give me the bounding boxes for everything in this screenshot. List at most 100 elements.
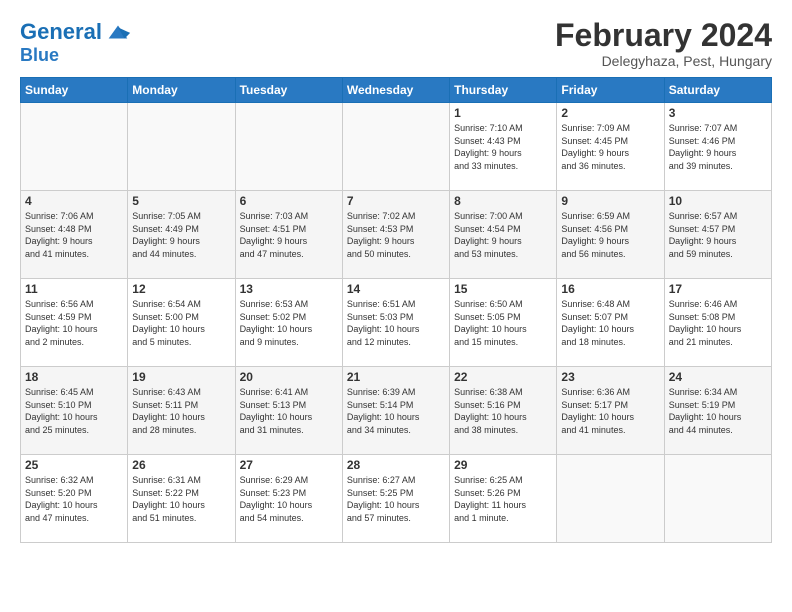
day-number: 16 bbox=[561, 282, 659, 296]
calendar-cell: 16 Sunrise: 6:48 AM Sunset: 5:07 PM Dayli… bbox=[557, 279, 664, 367]
day-number: 20 bbox=[240, 370, 338, 384]
calendar-title: February 2024 bbox=[555, 18, 772, 53]
logo-icon bbox=[104, 18, 132, 46]
calendar-subtitle: Delegyhaza, Pest, Hungary bbox=[555, 53, 772, 69]
day-number: 4 bbox=[25, 194, 123, 208]
calendar-cell: 20 Sunrise: 6:41 AM Sunset: 5:13 PM Dayli… bbox=[235, 367, 342, 455]
day-info: Sunrise: 7:00 AM Sunset: 4:54 PM Dayligh… bbox=[454, 210, 552, 260]
calendar-cell: 9 Sunrise: 6:59 AM Sunset: 4:56 PM Daylig… bbox=[557, 191, 664, 279]
day-number: 26 bbox=[132, 458, 230, 472]
calendar-cell: 6 Sunrise: 7:03 AM Sunset: 4:51 PM Daylig… bbox=[235, 191, 342, 279]
col-thursday: Thursday bbox=[450, 78, 557, 103]
day-number: 28 bbox=[347, 458, 445, 472]
calendar-cell: 8 Sunrise: 7:00 AM Sunset: 4:54 PM Daylig… bbox=[450, 191, 557, 279]
day-info: Sunrise: 6:38 AM Sunset: 5:16 PM Dayligh… bbox=[454, 386, 552, 436]
week-row-2: 11 Sunrise: 6:56 AM Sunset: 4:59 PM Dayli… bbox=[21, 279, 772, 367]
day-info: Sunrise: 6:31 AM Sunset: 5:22 PM Dayligh… bbox=[132, 474, 230, 524]
week-row-4: 25 Sunrise: 6:32 AM Sunset: 5:20 PM Dayli… bbox=[21, 455, 772, 543]
logo-text: General bbox=[20, 20, 102, 44]
day-number: 18 bbox=[25, 370, 123, 384]
day-number: 14 bbox=[347, 282, 445, 296]
col-friday: Friday bbox=[557, 78, 664, 103]
day-info: Sunrise: 6:43 AM Sunset: 5:11 PM Dayligh… bbox=[132, 386, 230, 436]
col-sunday: Sunday bbox=[21, 78, 128, 103]
calendar-cell: 10Sunrise: 6:57 AM Sunset: 4:57 PM Dayli… bbox=[664, 191, 771, 279]
day-number: 12 bbox=[132, 282, 230, 296]
calendar-cell bbox=[21, 103, 128, 191]
day-info: Sunrise: 6:39 AM Sunset: 5:14 PM Dayligh… bbox=[347, 386, 445, 436]
calendar-cell: 15Sunrise: 6:50 AM Sunset: 5:05 PM Dayli… bbox=[450, 279, 557, 367]
day-number: 21 bbox=[347, 370, 445, 384]
calendar-table: Sunday Monday Tuesday Wednesday Thursday… bbox=[20, 77, 772, 543]
day-info: Sunrise: 6:32 AM Sunset: 5:20 PM Dayligh… bbox=[25, 474, 123, 524]
calendar-cell bbox=[557, 455, 664, 543]
day-number: 25 bbox=[25, 458, 123, 472]
day-number: 1 bbox=[454, 106, 552, 120]
day-info: Sunrise: 6:46 AM Sunset: 5:08 PM Dayligh… bbox=[669, 298, 767, 348]
day-info: Sunrise: 6:29 AM Sunset: 5:23 PM Dayligh… bbox=[240, 474, 338, 524]
day-info: Sunrise: 6:27 AM Sunset: 5:25 PM Dayligh… bbox=[347, 474, 445, 524]
day-number: 23 bbox=[561, 370, 659, 384]
calendar-cell bbox=[342, 103, 449, 191]
calendar-cell bbox=[664, 455, 771, 543]
day-number: 13 bbox=[240, 282, 338, 296]
calendar-cell: 13 Sunrise: 6:53 AM Sunset: 5:02 PM Dayli… bbox=[235, 279, 342, 367]
calendar-body: 1 Sunrise: 7:10 AM Sunset: 4:43 PM Daylig… bbox=[21, 103, 772, 543]
calendar-cell: 25 Sunrise: 6:32 AM Sunset: 5:20 PM Dayli… bbox=[21, 455, 128, 543]
calendar-cell: 17 Sunrise: 6:46 AM Sunset: 5:08 PM Dayli… bbox=[664, 279, 771, 367]
day-number: 17 bbox=[669, 282, 767, 296]
day-info: Sunrise: 6:41 AM Sunset: 5:13 PM Dayligh… bbox=[240, 386, 338, 436]
day-number: 19 bbox=[132, 370, 230, 384]
calendar-cell: 28 Sunrise: 6:27 AM Sunset: 5:25 PM Dayli… bbox=[342, 455, 449, 543]
day-info: Sunrise: 7:09 AM Sunset: 4:45 PM Dayligh… bbox=[561, 122, 659, 172]
calendar-cell: 18 Sunrise: 6:45 AM Sunset: 5:10 PM Dayli… bbox=[21, 367, 128, 455]
day-info: Sunrise: 7:03 AM Sunset: 4:51 PM Dayligh… bbox=[240, 210, 338, 260]
day-info: Sunrise: 6:45 AM Sunset: 5:10 PM Dayligh… bbox=[25, 386, 123, 436]
col-wednesday: Wednesday bbox=[342, 78, 449, 103]
calendar-cell: 5 Sunrise: 7:05 AM Sunset: 4:49 PM Daylig… bbox=[128, 191, 235, 279]
day-info: Sunrise: 6:48 AM Sunset: 5:07 PM Dayligh… bbox=[561, 298, 659, 348]
day-info: Sunrise: 6:53 AM Sunset: 5:02 PM Dayligh… bbox=[240, 298, 338, 348]
day-info: Sunrise: 7:05 AM Sunset: 4:49 PM Dayligh… bbox=[132, 210, 230, 260]
day-number: 11 bbox=[25, 282, 123, 296]
calendar-cell: 23Sunrise: 6:36 AM Sunset: 5:17 PM Dayli… bbox=[557, 367, 664, 455]
calendar-cell: 2 Sunrise: 7:09 AM Sunset: 4:45 PM Daylig… bbox=[557, 103, 664, 191]
header-row: Sunday Monday Tuesday Wednesday Thursday… bbox=[21, 78, 772, 103]
day-info: Sunrise: 7:07 AM Sunset: 4:46 PM Dayligh… bbox=[669, 122, 767, 172]
day-number: 27 bbox=[240, 458, 338, 472]
day-info: Sunrise: 6:59 AM Sunset: 4:56 PM Dayligh… bbox=[561, 210, 659, 260]
day-number: 15 bbox=[454, 282, 552, 296]
day-info: Sunrise: 7:10 AM Sunset: 4:43 PM Dayligh… bbox=[454, 122, 552, 172]
day-number: 22 bbox=[454, 370, 552, 384]
week-row-1: 4Sunrise: 7:06 AM Sunset: 4:48 PM Daylig… bbox=[21, 191, 772, 279]
calendar-cell: 11 Sunrise: 6:56 AM Sunset: 4:59 PM Dayli… bbox=[21, 279, 128, 367]
day-number: 5 bbox=[132, 194, 230, 208]
day-number: 2 bbox=[561, 106, 659, 120]
week-row-3: 18 Sunrise: 6:45 AM Sunset: 5:10 PM Dayli… bbox=[21, 367, 772, 455]
day-number: 29 bbox=[454, 458, 552, 472]
calendar-cell: 7Sunrise: 7:02 AM Sunset: 4:53 PM Daylig… bbox=[342, 191, 449, 279]
page: General Blue February 2024 Delegyhaza, P… bbox=[0, 0, 792, 553]
day-info: Sunrise: 6:56 AM Sunset: 4:59 PM Dayligh… bbox=[25, 298, 123, 348]
calendar-cell: 21 Sunrise: 6:39 AM Sunset: 5:14 PM Dayli… bbox=[342, 367, 449, 455]
day-number: 3 bbox=[669, 106, 767, 120]
calendar-cell: 19 Sunrise: 6:43 AM Sunset: 5:11 PM Dayli… bbox=[128, 367, 235, 455]
header: General Blue February 2024 Delegyhaza, P… bbox=[20, 18, 772, 69]
col-monday: Monday bbox=[128, 78, 235, 103]
day-number: 24 bbox=[669, 370, 767, 384]
day-number: 6 bbox=[240, 194, 338, 208]
col-tuesday: Tuesday bbox=[235, 78, 342, 103]
calendar-cell: 14 Sunrise: 6:51 AM Sunset: 5:03 PM Dayli… bbox=[342, 279, 449, 367]
calendar-cell: 26 Sunrise: 6:31 AM Sunset: 5:22 PM Dayli… bbox=[128, 455, 235, 543]
day-number: 9 bbox=[561, 194, 659, 208]
logo-blue: Blue bbox=[20, 45, 59, 65]
calendar-cell bbox=[235, 103, 342, 191]
day-info: Sunrise: 6:51 AM Sunset: 5:03 PM Dayligh… bbox=[347, 298, 445, 348]
calendar-cell: 12 Sunrise: 6:54 AM Sunset: 5:00 PM Dayli… bbox=[128, 279, 235, 367]
day-info: Sunrise: 6:25 AM Sunset: 5:26 PM Dayligh… bbox=[454, 474, 552, 524]
logo: General Blue bbox=[20, 18, 132, 66]
day-number: 7 bbox=[347, 194, 445, 208]
day-number: 8 bbox=[454, 194, 552, 208]
calendar-cell: 24Sunrise: 6:34 AM Sunset: 5:19 PM Dayli… bbox=[664, 367, 771, 455]
day-info: Sunrise: 6:54 AM Sunset: 5:00 PM Dayligh… bbox=[132, 298, 230, 348]
